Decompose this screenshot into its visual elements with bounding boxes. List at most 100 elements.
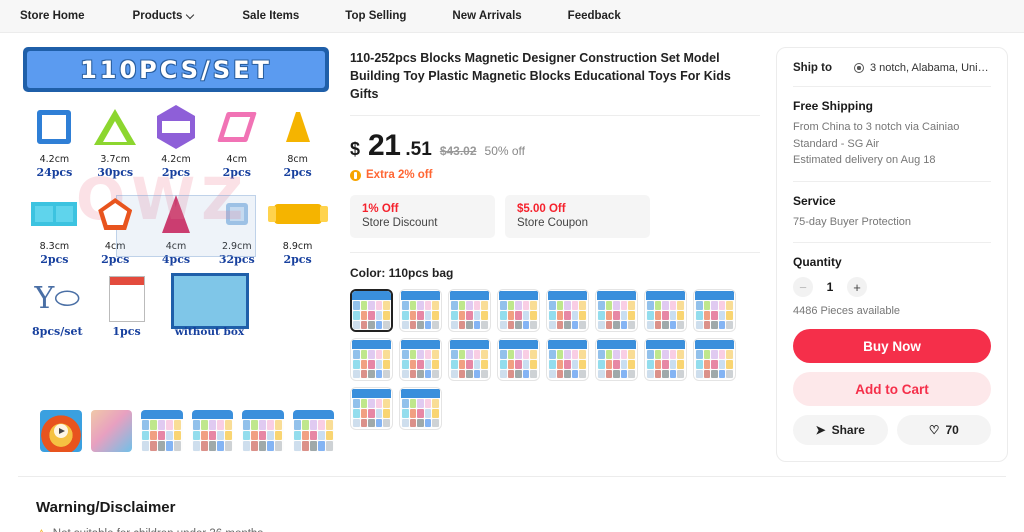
extra-discount-label: Extra 2% off [366,169,433,182]
divider [350,252,760,254]
promo-title: 1% Off [362,203,399,216]
package-bag-icon [170,273,249,329]
nav-item-label: Sale Items [242,10,300,22]
shape-cell: 8.9cm 2pcs [267,189,328,266]
color-swatch[interactable] [595,289,638,333]
shape-cell: 8cm 2pcs [270,102,326,179]
hero-image[interactable]: 110PCS/SET QWZ 4.2cm 24pcs 3.7cm 30pcs 4… [18,47,334,402]
set-thumbnail-1[interactable] [141,410,183,452]
video-thumbnail[interactable] [40,410,82,452]
product-page: 110PCS/SET QWZ 4.2cm 24pcs 3.7cm 30pcs 4… [0,33,1024,462]
manual-card-icon [108,274,145,324]
shape-dimension: 8.3cm [39,241,70,252]
nav-item-products[interactable]: Products [133,10,221,22]
color-swatch[interactable] [399,338,442,382]
shape-cell: 8.3cm 2pcs [26,189,82,266]
pcs-banner: 110PCS/SET [23,47,329,92]
nav-item-label: New Arrivals [452,10,522,22]
location-pin-icon [853,63,864,73]
wishlist-button[interactable]: ♡ 70 [896,415,991,445]
nav-item-feedback[interactable]: Feedback [568,10,645,22]
promo-store-discount[interactable]: 1% Off Store Discount [350,195,495,239]
ship-to-row[interactable]: Ship to 3 notch, Alabama, United St... [793,62,991,74]
warning-section: Warning/Disclaimer ⚠ Not suitable for ch… [18,476,1006,532]
price-block: $21.51 $43.02 50% off Extra 2% off [350,116,760,181]
shape-pieces: 2pcs [161,166,191,179]
promotions: 1% Off Store Discount $5.00 Off Store Co… [350,195,760,239]
purchase-panel: Ship to 3 notch, Alabama, United St... F… [776,47,1008,462]
nav-item-top-selling[interactable]: Top Selling [345,10,430,22]
quantity-decrease-button[interactable]: − [793,277,813,297]
shape-cell: 4.2cm 2pcs [148,102,204,179]
set-thumbnail-2[interactable] [191,410,233,452]
shipping-title: Free Shipping [793,99,874,113]
add-to-cart-button[interactable]: Add to Cart [793,372,991,406]
price-decimal: .51 [405,139,432,161]
shipping-detail: From China to 3 notch via Cainiao Standa… [793,121,960,150]
color-swatch[interactable] [350,289,393,333]
nav-item-new-arrivals[interactable]: New Arrivals [452,10,545,22]
product-info: 110-252pcs Blocks Magnetic Designer Cons… [350,47,760,431]
share-button[interactable]: ➤ Share [793,415,888,445]
rhombus-shape-icon [209,102,265,152]
set-thumbnail-4[interactable] [292,410,334,452]
shape-pieces: 1pcs [112,325,141,338]
shape-dimension: 4.2cm [161,154,191,165]
shape-cell: 4.2cm 24pcs [26,102,82,179]
wishlist-count: 70 [945,423,959,437]
nav-item-sale-items[interactable]: Sale Items [242,10,323,22]
color-swatch[interactable] [546,338,589,382]
shape-pieces: 2pcs [283,166,312,179]
divider [793,242,991,243]
set-thumbnail-3[interactable] [242,410,284,452]
warning-text: Not suitable for children under 36 month… [53,528,263,532]
thumbnail-strip [18,410,334,452]
color-swatch[interactable] [644,289,687,333]
color-swatch[interactable] [448,338,491,382]
product-title: 110-252pcs Blocks Magnetic Designer Cons… [350,51,731,102]
nav-item-label: Feedback [567,10,621,22]
warning-heading: Warning/Disclaimer [36,499,176,516]
shape-dimension: 8.9cm [282,241,313,252]
lifestyle-thumbnail[interactable] [90,410,132,452]
nav-item-store-home[interactable]: Store Home [20,10,109,22]
square-shape-icon [26,102,82,152]
pcs-banner-label: 110PCS/SET [80,55,272,84]
color-swatch[interactable] [595,338,638,382]
play-icon [53,424,68,438]
color-swatch[interactable] [497,289,540,333]
triangle-shape-icon [87,102,143,152]
shipping-section: Free Shipping From China to 3 notch via … [793,99,991,169]
quantity-label: Quantity [793,255,842,269]
buy-now-button[interactable]: Buy Now [793,329,991,363]
extra-discount-badge[interactable]: Extra 2% off [350,169,760,181]
color-swatch[interactable] [350,338,393,382]
quantity-stepper: − 1 + [793,277,991,297]
availability-text: 4486 Pieces available [793,305,901,317]
shape-cell: 3.7cm 30pcs [87,102,143,179]
color-swatch[interactable] [546,289,589,333]
quantity-increase-button[interactable]: + [847,277,867,297]
color-swatch[interactable] [448,289,491,333]
double-rectangle-shape-icon [26,189,82,239]
color-swatch[interactable] [350,387,393,431]
nav-item-label: Top Selling [345,10,407,22]
color-swatch[interactable] [399,387,442,431]
currency-symbol: $ [350,139,361,160]
shape-cell: 1pcs [108,274,145,338]
color-swatch[interactable] [497,338,540,382]
color-swatch[interactable] [693,338,736,382]
quantity-value[interactable]: 1 [817,280,843,294]
shape-cell: 4cm 2pcs [209,102,265,179]
product-gallery: 110PCS/SET QWZ 4.2cm 24pcs 3.7cm 30pcs 4… [18,47,334,452]
promo-store-coupon[interactable]: $5.00 Off Store Coupon [505,195,650,239]
share-label: Share [831,423,865,437]
shape-pieces: without box [174,326,245,338]
nav-item-label: Products [132,10,183,22]
color-swatch[interactable] [644,338,687,382]
shape-dimension: 8cm [287,154,308,165]
color-swatch[interactable] [693,289,736,333]
nav-item-label: Store Home [20,10,85,22]
color-swatch[interactable] [399,289,442,333]
promo-subtitle: Store Discount [362,217,438,230]
